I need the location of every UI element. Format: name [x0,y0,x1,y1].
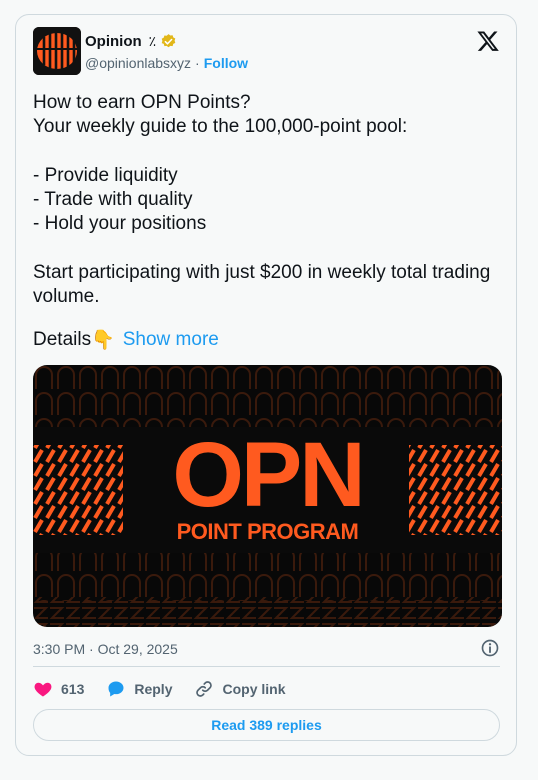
reply-label: Reply [134,681,173,697]
copy-link-label: Copy link [222,681,286,697]
actions-bar: 613 Reply Copy link [33,679,308,699]
show-more-link[interactable]: Show more [123,329,219,351]
follow-button[interactable]: Follow [204,55,248,71]
timestamp[interactable]: 3:30 PM · Oct 29, 2025 [33,641,178,657]
author-name-suffix: ٪ [148,33,157,49]
reply-button[interactable]: Reply [106,679,172,699]
tweet-card: Opinion ٪ @opinionlabsxyz · Follow How t… [15,14,517,756]
pointing-down-emoji-icon: 👇 [91,330,115,351]
reply-icon [108,681,124,697]
like-button[interactable]: 613 [33,679,84,699]
heart-icon [34,682,52,697]
opinion-logo-icon [33,27,81,75]
verified-badge-icon [161,34,176,48]
avatar[interactable] [33,27,81,75]
link-icon [196,681,213,697]
x-logo-icon[interactable] [476,29,500,53]
author-name[interactable]: Opinion [85,33,142,50]
author-handle-row: @opinionlabsxyz · Follow [85,55,248,71]
media-title: OPN [172,424,365,526]
divider [33,666,500,667]
media-image[interactable]: OPN POINT PROGRAM [33,365,502,627]
read-replies-button[interactable]: Read 389 replies [33,709,500,741]
separator-dot: · [195,55,200,71]
details-label: Details [33,329,92,350]
tweet-text: How to earn OPN Points? Your weekly guid… [33,92,491,308]
author-name-row[interactable]: Opinion ٪ [85,33,177,50]
read-replies-label: Read 389 replies [211,717,322,733]
details-row: Details 👇 Show more [33,328,219,352]
like-count: 613 [61,681,85,697]
author-handle[interactable]: @opinionlabsxyz [85,55,191,71]
copy-link-button[interactable]: Copy link [194,679,286,699]
media-subtitle: POINT PROGRAM [176,519,359,544]
info-icon[interactable] [480,638,500,658]
